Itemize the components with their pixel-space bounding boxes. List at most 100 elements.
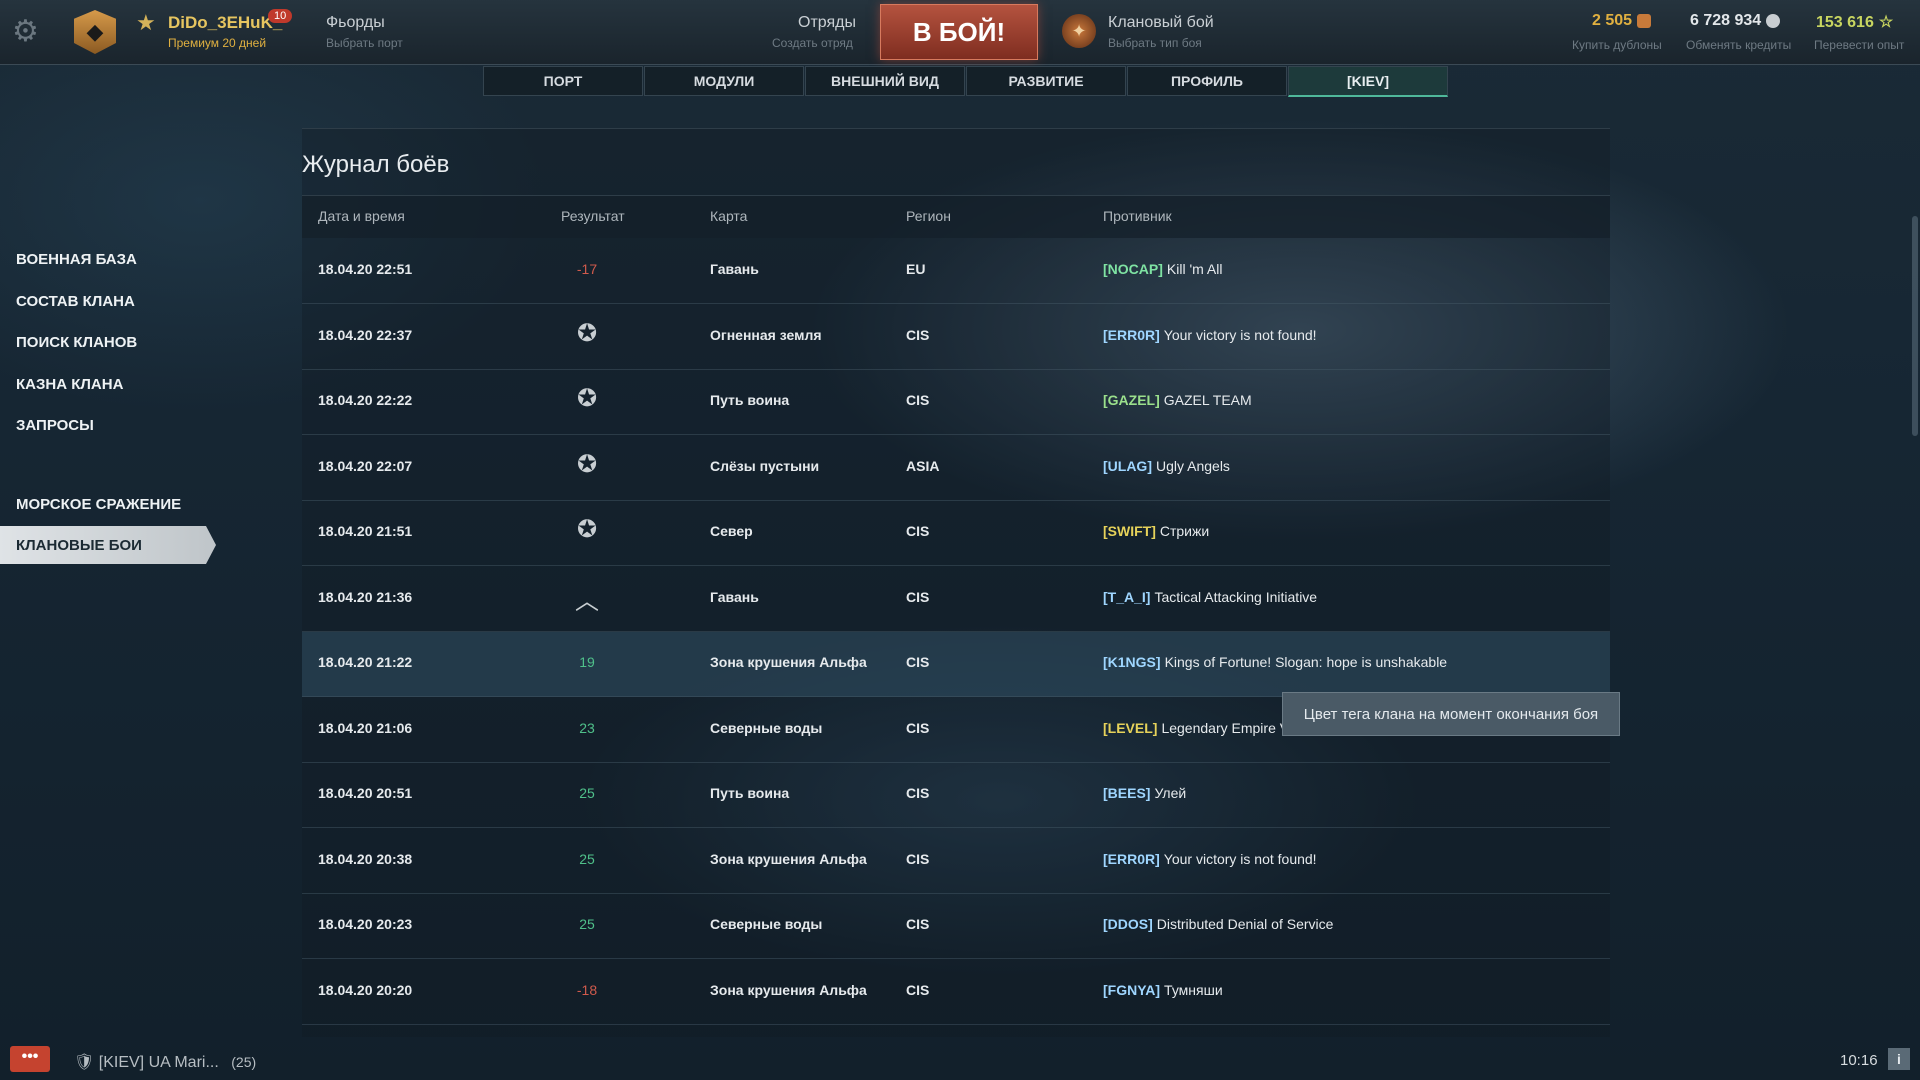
opponent-clan-tag: [DDOS] [1103, 916, 1153, 932]
opponent-clan-tag: [ERR0R] [1103, 326, 1160, 343]
sidebar-item-military-base[interactable]: ВОЕННАЯ БАЗА [0, 240, 210, 278]
convert-xp-link[interactable]: Перевести опыт [1814, 38, 1904, 52]
table-row[interactable]: 18.04.20 20:20 -18 Зона крушения Альфа CIS [… [302, 960, 1610, 1025]
opponent-clan-name: Your victory is not found! [1163, 850, 1317, 867]
row-opponent[interactable]: [T_A_I] Tactical Attacking Initiative [1103, 589, 1317, 605]
row-region: CIS [906, 850, 930, 867]
credits-value: 6 728 934 [1690, 12, 1762, 29]
column-map[interactable]: Карта [710, 208, 747, 224]
doubloons-balance[interactable]: 2 505 [1592, 12, 1652, 30]
opponent-clan-name: Тумняши [1164, 981, 1223, 998]
free-xp-balance[interactable]: 153 616 ☆ [1816, 12, 1893, 32]
row-opponent[interactable]: [ERR0R] Your victory is not found! [1103, 851, 1317, 867]
sidebar-item-clan-treasury[interactable]: КАЗНА КЛАНА [0, 365, 210, 403]
opponent-clan-name: Стрижи [1159, 523, 1210, 539]
table-row[interactable]: 18.04.20 22:37 ✪ Огненная земля CIS [ERR0R] Y… [302, 305, 1610, 370]
chat-button[interactable]: ••• [10, 1046, 50, 1072]
clan-emblem-icon[interactable]: ◆ [74, 10, 116, 54]
column-result[interactable]: Результат [561, 208, 625, 224]
column-region[interactable]: Регион [906, 208, 951, 224]
clan-chat-channel[interactable]: 🛡 [KIEV] UA Mari... (25) [74, 1052, 256, 1072]
opponent-clan-tag: [FGNYA] [1103, 981, 1161, 998]
sidebar-item-clan-members[interactable]: СОСТАВ КЛАНА [0, 282, 210, 320]
player-name[interactable]: DiDo_3EHuK_ [168, 13, 282, 33]
scrollbar[interactable] [1912, 216, 1918, 436]
table-row[interactable]: 18.04.20 20:38 25 Зона крушения Альфа CIS [E… [302, 829, 1610, 894]
table-row[interactable]: 18.04.20 22:22 ✪ Путь воина CIS [GAZEL] GAZEL… [302, 370, 1610, 435]
notification-badge[interactable]: 10 [268, 9, 293, 23]
clan-chat-name: [KIEV] UA Mari... [98, 1054, 219, 1071]
clan-battle-icon[interactable]: ✦ [1062, 14, 1096, 48]
row-opponent[interactable]: [ULAG] Ugly Angels [1103, 458, 1230, 474]
row-map: Северные воды [710, 916, 823, 932]
opponent-clan-tag: [BEES] [1103, 785, 1151, 801]
row-map: Север [710, 523, 753, 539]
battle-type-sub[interactable]: Выбрать тип боя [1108, 36, 1202, 50]
rank-star-icon: ★ [136, 10, 156, 35]
sidebar-item-naval-battle[interactable]: МОРСКОЕ СРАЖЕНИЕ [0, 485, 210, 523]
row-map: Слёзы пустыни [710, 457, 820, 474]
sidebar-item-clan-search[interactable]: ПОИСК КЛАНОВ [0, 323, 210, 361]
row-opponent[interactable]: [FGNYA] Тумняши [1103, 982, 1223, 998]
row-date: 18.04.20 22:07 [318, 457, 413, 474]
squad-title[interactable]: Отряды [798, 14, 856, 32]
port-selector-sub[interactable]: Выбрать порт [326, 36, 403, 50]
table-row[interactable]: 18.04.20 21:36 ︿ Гавань CIS [T_A_I] Tactical … [302, 567, 1610, 632]
squad-sub[interactable]: Создать отряд [772, 36, 853, 50]
promotion-star-icon: ✪ [576, 319, 598, 347]
row-opponent[interactable]: [BEES] Улей [1103, 785, 1186, 801]
premium-status[interactable]: Премиум 20 дней [168, 36, 266, 50]
settings-gear-icon[interactable]: ⚙ [12, 14, 39, 49]
row-map: Путь воина [710, 785, 790, 801]
opponent-clan-tag: [GAZEL] [1103, 392, 1160, 408]
column-date[interactable]: Дата и время [318, 208, 405, 224]
row-date: 18.04.20 20:20 [318, 981, 413, 998]
row-opponent[interactable]: [ERR0R] Your victory is not found! [1103, 327, 1317, 343]
main-tabs: ПОРТ МОДУЛИ ВНЕШНИЙ ВИД РАЗВИТИЕ ПРОФИЛЬ… [483, 66, 1449, 97]
row-opponent[interactable]: [NOCAP] Kill 'm All [1103, 261, 1222, 277]
promotion-star-icon: ✪ [576, 450, 598, 478]
row-result: -17 [576, 261, 598, 277]
tab-clan[interactable]: [KIEV] [1288, 66, 1448, 97]
port-selector-title[interactable]: Фьорды [326, 14, 385, 32]
table-row[interactable]: 18.04.20 21:51 ✪ Север CIS [SWIFT] Стрижи [302, 501, 1610, 566]
opponent-clan-name: Улей [1154, 785, 1187, 801]
tab-exterior[interactable]: ВНЕШНИЙ ВИД [805, 66, 965, 96]
buy-doubloons-link[interactable]: Купить дублоны [1572, 38, 1662, 52]
row-date: 18.04.20 21:22 [318, 654, 413, 670]
row-opponent[interactable]: [DDOS] Distributed Denial of Service [1103, 916, 1333, 932]
doubloon-icon [1637, 13, 1652, 28]
opponent-clan-name: Kill 'm All [1166, 261, 1223, 277]
row-result: 23 [579, 719, 595, 736]
tab-research[interactable]: РАЗВИТИЕ [966, 66, 1126, 96]
table-row[interactable]: 18.04.20 20:51 25 Путь воина CIS [BEES] Улей [302, 763, 1610, 828]
row-result: 25 [579, 785, 595, 801]
credits-balance[interactable]: 6 728 934 [1690, 12, 1781, 30]
sidebar-item-clan-battles[interactable]: КЛАНОВЫЕ БОИ [0, 526, 216, 564]
row-result: -18 [576, 981, 598, 998]
exchange-credits-link[interactable]: Обменять кредиты [1686, 38, 1791, 52]
promotion-star-icon: ✪ [576, 385, 598, 412]
info-button[interactable]: i [1888, 1048, 1910, 1070]
sidebar-item-requests[interactable]: ЗАПРОСЫ [0, 406, 210, 444]
tab-modules[interactable]: МОДУЛИ [644, 66, 804, 96]
table-row[interactable]: 18.04.20 22:51 -17 Гавань EU [NOCAP] Kill 'm … [302, 239, 1610, 304]
row-opponent[interactable]: [SWIFT] Стрижи [1103, 523, 1209, 539]
battle-type-title[interactable]: Клановый бой [1108, 14, 1214, 32]
battle-button[interactable]: В БОЙ! [880, 4, 1038, 60]
credits-icon [1766, 13, 1781, 28]
tab-port[interactable]: ПОРТ [483, 66, 643, 96]
row-region: EU [906, 261, 926, 277]
row-opponent[interactable]: [LEVEL] Legendary Empire V [1103, 720, 1289, 736]
row-region: ASIA [906, 457, 940, 474]
table-row[interactable]: 18.04.20 20:23 25 Северные воды CIS [DDOS] Di… [302, 894, 1610, 959]
table-row[interactable]: 18.04.20 21:22 19 Зона крушения Альфа CIS [K… [302, 632, 1610, 697]
table-header: Дата и время Результат Карта Регион Прот… [302, 195, 1610, 238]
table-row[interactable]: 18.04.20 22:07 ✪ Слёзы пустыни ASIA [ULAG] Ug… [302, 436, 1610, 501]
row-result: 25 [579, 850, 595, 867]
row-opponent[interactable]: [GAZEL] GAZEL TEAM [1103, 392, 1252, 408]
row-map: Зона крушения Альфа [710, 654, 867, 670]
row-opponent[interactable]: [K1NGS] Kings of Fortune! Slogan: hope is… [1103, 654, 1447, 670]
column-opponent[interactable]: Противник [1103, 208, 1172, 224]
tab-profile[interactable]: ПРОФИЛЬ [1127, 66, 1287, 96]
